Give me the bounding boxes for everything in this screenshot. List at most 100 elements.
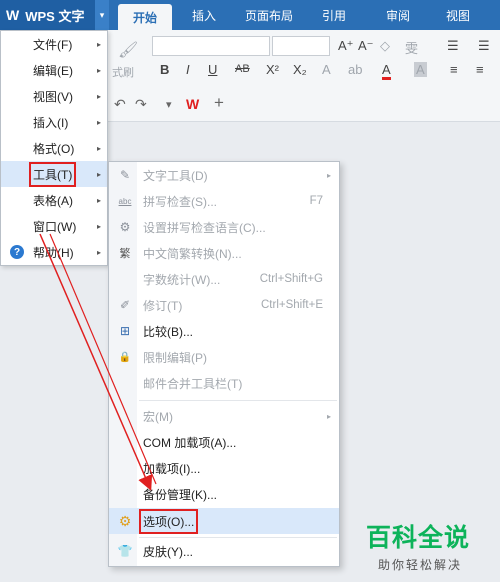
submenu-item-label: 拼写检查(S)... — [143, 194, 217, 209]
shortcut-label: Ctrl+Shift+E — [261, 299, 323, 311]
menu-item-label: 工具(T) — [28, 161, 77, 187]
menu-item-label: 文件(F) — [33, 37, 73, 52]
italic-icon[interactable]: I — [186, 62, 190, 77]
char-shading-icon[interactable]: A — [414, 62, 427, 77]
submenu-item-skin[interactable]: 👕 皮肤(Y)... — [109, 538, 339, 564]
menu-item-insert[interactable]: 插入(I) ▸ — [1, 109, 107, 135]
highlight-color-icon[interactable]: ab — [348, 62, 362, 77]
submenu-arrow-icon: ▸ — [96, 117, 101, 127]
align-center-icon[interactable]: ≡ — [476, 62, 484, 77]
submenu-item-label: 比较(B)... — [143, 324, 193, 339]
tab-view[interactable]: 视图 — [430, 0, 486, 30]
undo-icon[interactable]: ↶ — [114, 96, 126, 113]
revision-icon: ✐ — [119, 298, 131, 312]
tab-references[interactable]: 引用 — [302, 0, 366, 30]
submenu-item-compare[interactable]: ⊞ 比较(B)... — [109, 318, 339, 344]
tab-insert[interactable]: 插入 — [172, 0, 236, 30]
submenu-item-addins[interactable]: 加载项(I)... — [109, 455, 339, 481]
title-tab-bar: W WPS 文字 ▾ 开始 插入 页面布局 引用 审阅 视图 — [0, 0, 500, 30]
font-size-input[interactable] — [272, 36, 330, 56]
submenu-item-spellcheck[interactable]: abc 拼写检查(S)... F7 — [109, 188, 339, 214]
submenu-item-label: 选项(O)... — [138, 508, 199, 534]
submenu-item-label: 备份管理(K)... — [143, 487, 217, 502]
format-painter-icon[interactable]: 🖌 — [118, 40, 138, 60]
submenu-arrow-icon: ▸ — [96, 221, 101, 231]
submenu-arrow-icon: ▸ — [96, 39, 101, 49]
clear-format-icon[interactable]: ◇ — [380, 38, 390, 54]
shortcut-label: F7 — [309, 195, 323, 207]
wps-app-menu-button[interactable]: W WPS 文字 — [0, 0, 95, 30]
underline-icon[interactable]: U — [208, 62, 217, 77]
ribbon-tabs: 开始 插入 页面布局 引用 审阅 视图 — [118, 0, 486, 30]
menu-item-tools[interactable]: 工具(T) ▸ — [1, 161, 107, 187]
convert-icon: 繁 — [119, 248, 131, 260]
bold-icon[interactable]: B — [160, 62, 169, 77]
menu-item-window[interactable]: 窗口(W) ▸ — [1, 213, 107, 239]
compare-icon: ⊞ — [119, 324, 131, 338]
submenu-item-label: 皮肤(Y)... — [143, 544, 193, 559]
restrict-edit-icon: 🔒 — [118, 351, 132, 363]
numbering-icon[interactable]: ☰ — [478, 38, 490, 54]
subscript-icon[interactable]: X₂ — [293, 62, 307, 77]
phonetic-guide-icon[interactable]: 雯 — [405, 38, 418, 57]
align-left-icon[interactable]: ≡ — [450, 62, 458, 77]
submenu-item-chinese-convert[interactable]: 繁 中文简繁转换(N)... — [109, 240, 339, 266]
menu-item-label: 帮助(H) — [33, 245, 74, 260]
submenu-item-word-count[interactable]: 字数统计(W)... Ctrl+Shift+G — [109, 266, 339, 292]
menu-item-edit[interactable]: 编辑(E) ▸ — [1, 57, 107, 83]
submenu-item-options[interactable]: ⚙ 选项(O)... — [109, 508, 339, 534]
grow-font-icon[interactable]: A⁺ — [338, 38, 354, 54]
menu-item-view[interactable]: 视图(V) ▸ — [1, 83, 107, 109]
submenu-item-text-tools[interactable]: ✎ 文字工具(D) ▸ — [109, 162, 339, 188]
tools-submenu: ✎ 文字工具(D) ▸ abc 拼写检查(S)... F7 ⚙ 设置拼写检查语言… — [108, 161, 340, 567]
text-effect-icon[interactable]: A — [322, 62, 331, 77]
submenu-item-mail-merge[interactable]: 邮件合并工具栏(T) — [109, 370, 339, 396]
submenu-item-restrict-editing[interactable]: 🔒 限制编辑(P) — [109, 344, 339, 370]
app-title: WPS 文字 — [25, 8, 85, 24]
submenu-item-label: 设置拼写检查语言(C)... — [143, 220, 266, 235]
submenu-arrow-icon: ▸ — [326, 170, 331, 180]
submenu-item-label: 字数统计(W)... — [143, 272, 221, 287]
menu-item-label: 窗口(W) — [33, 219, 77, 234]
add-quick-access-icon[interactable]: + — [214, 93, 224, 113]
bullets-icon[interactable]: ☰ — [447, 38, 459, 54]
superscript-icon[interactable]: X² — [266, 62, 279, 77]
menu-item-help[interactable]: ? 帮助(H) ▸ — [1, 239, 107, 265]
submenu-item-macro[interactable]: 宏(M) ▸ — [109, 403, 339, 429]
submenu-item-label: 限制编辑(P) — [143, 350, 207, 365]
submenu-item-label: 加载项(I)... — [143, 461, 201, 476]
submenu-item-label: 邮件合并工具栏(T) — [143, 376, 243, 391]
submenu-item-com-addins[interactable]: COM 加载项(A)... — [109, 429, 339, 455]
submenu-item-backup-management[interactable]: 备份管理(K)... — [109, 481, 339, 507]
separator — [139, 400, 337, 401]
wps-quick-icon[interactable]: W — [186, 96, 199, 112]
font-color-icon[interactable]: A — [382, 62, 391, 80]
options-gear-icon: ⚙ — [118, 512, 132, 529]
menu-item-label: 编辑(E) — [33, 63, 73, 78]
submenu-arrow-icon: ▸ — [96, 65, 101, 75]
text-tools-icon: ✎ — [119, 168, 131, 182]
help-icon: ? — [10, 245, 24, 259]
menu-item-format[interactable]: 格式(O) ▸ — [1, 135, 107, 161]
app-menu-dropdown-icon[interactable]: ▾ — [95, 0, 109, 30]
quick-access-dropdown-icon[interactable]: ▾ — [166, 98, 172, 111]
submenu-item-revision[interactable]: ✐ 修订(T) Ctrl+Shift+E — [109, 292, 339, 318]
redo-icon[interactable]: ↷ — [135, 96, 147, 113]
menu-item-label: 视图(V) — [33, 89, 73, 104]
menu-item-label: 格式(O) — [33, 141, 75, 156]
shortcut-label: Ctrl+Shift+G — [259, 273, 323, 285]
submenu-item-label: 中文简繁转换(N)... — [143, 246, 242, 261]
submenu-item-label: 文字工具(D) — [143, 168, 208, 183]
menu-item-table[interactable]: 表格(A) ▸ — [1, 187, 107, 213]
submenu-item-label: 宏(M) — [143, 409, 173, 424]
menu-item-file[interactable]: 文件(F) ▸ — [1, 31, 107, 57]
font-name-input[interactable] — [152, 36, 270, 56]
tab-review[interactable]: 审阅 — [366, 0, 430, 30]
tab-page-layout[interactable]: 页面布局 — [236, 0, 302, 30]
submenu-item-spell-language[interactable]: ⚙ 设置拼写检查语言(C)... — [109, 214, 339, 240]
submenu-arrow-icon: ▸ — [326, 411, 331, 421]
shrink-font-icon[interactable]: A⁻ — [358, 38, 374, 54]
tab-home[interactable]: 开始 — [118, 4, 172, 30]
strikethrough-icon[interactable]: AB — [235, 63, 250, 75]
submenu-arrow-icon: ▸ — [96, 91, 101, 101]
